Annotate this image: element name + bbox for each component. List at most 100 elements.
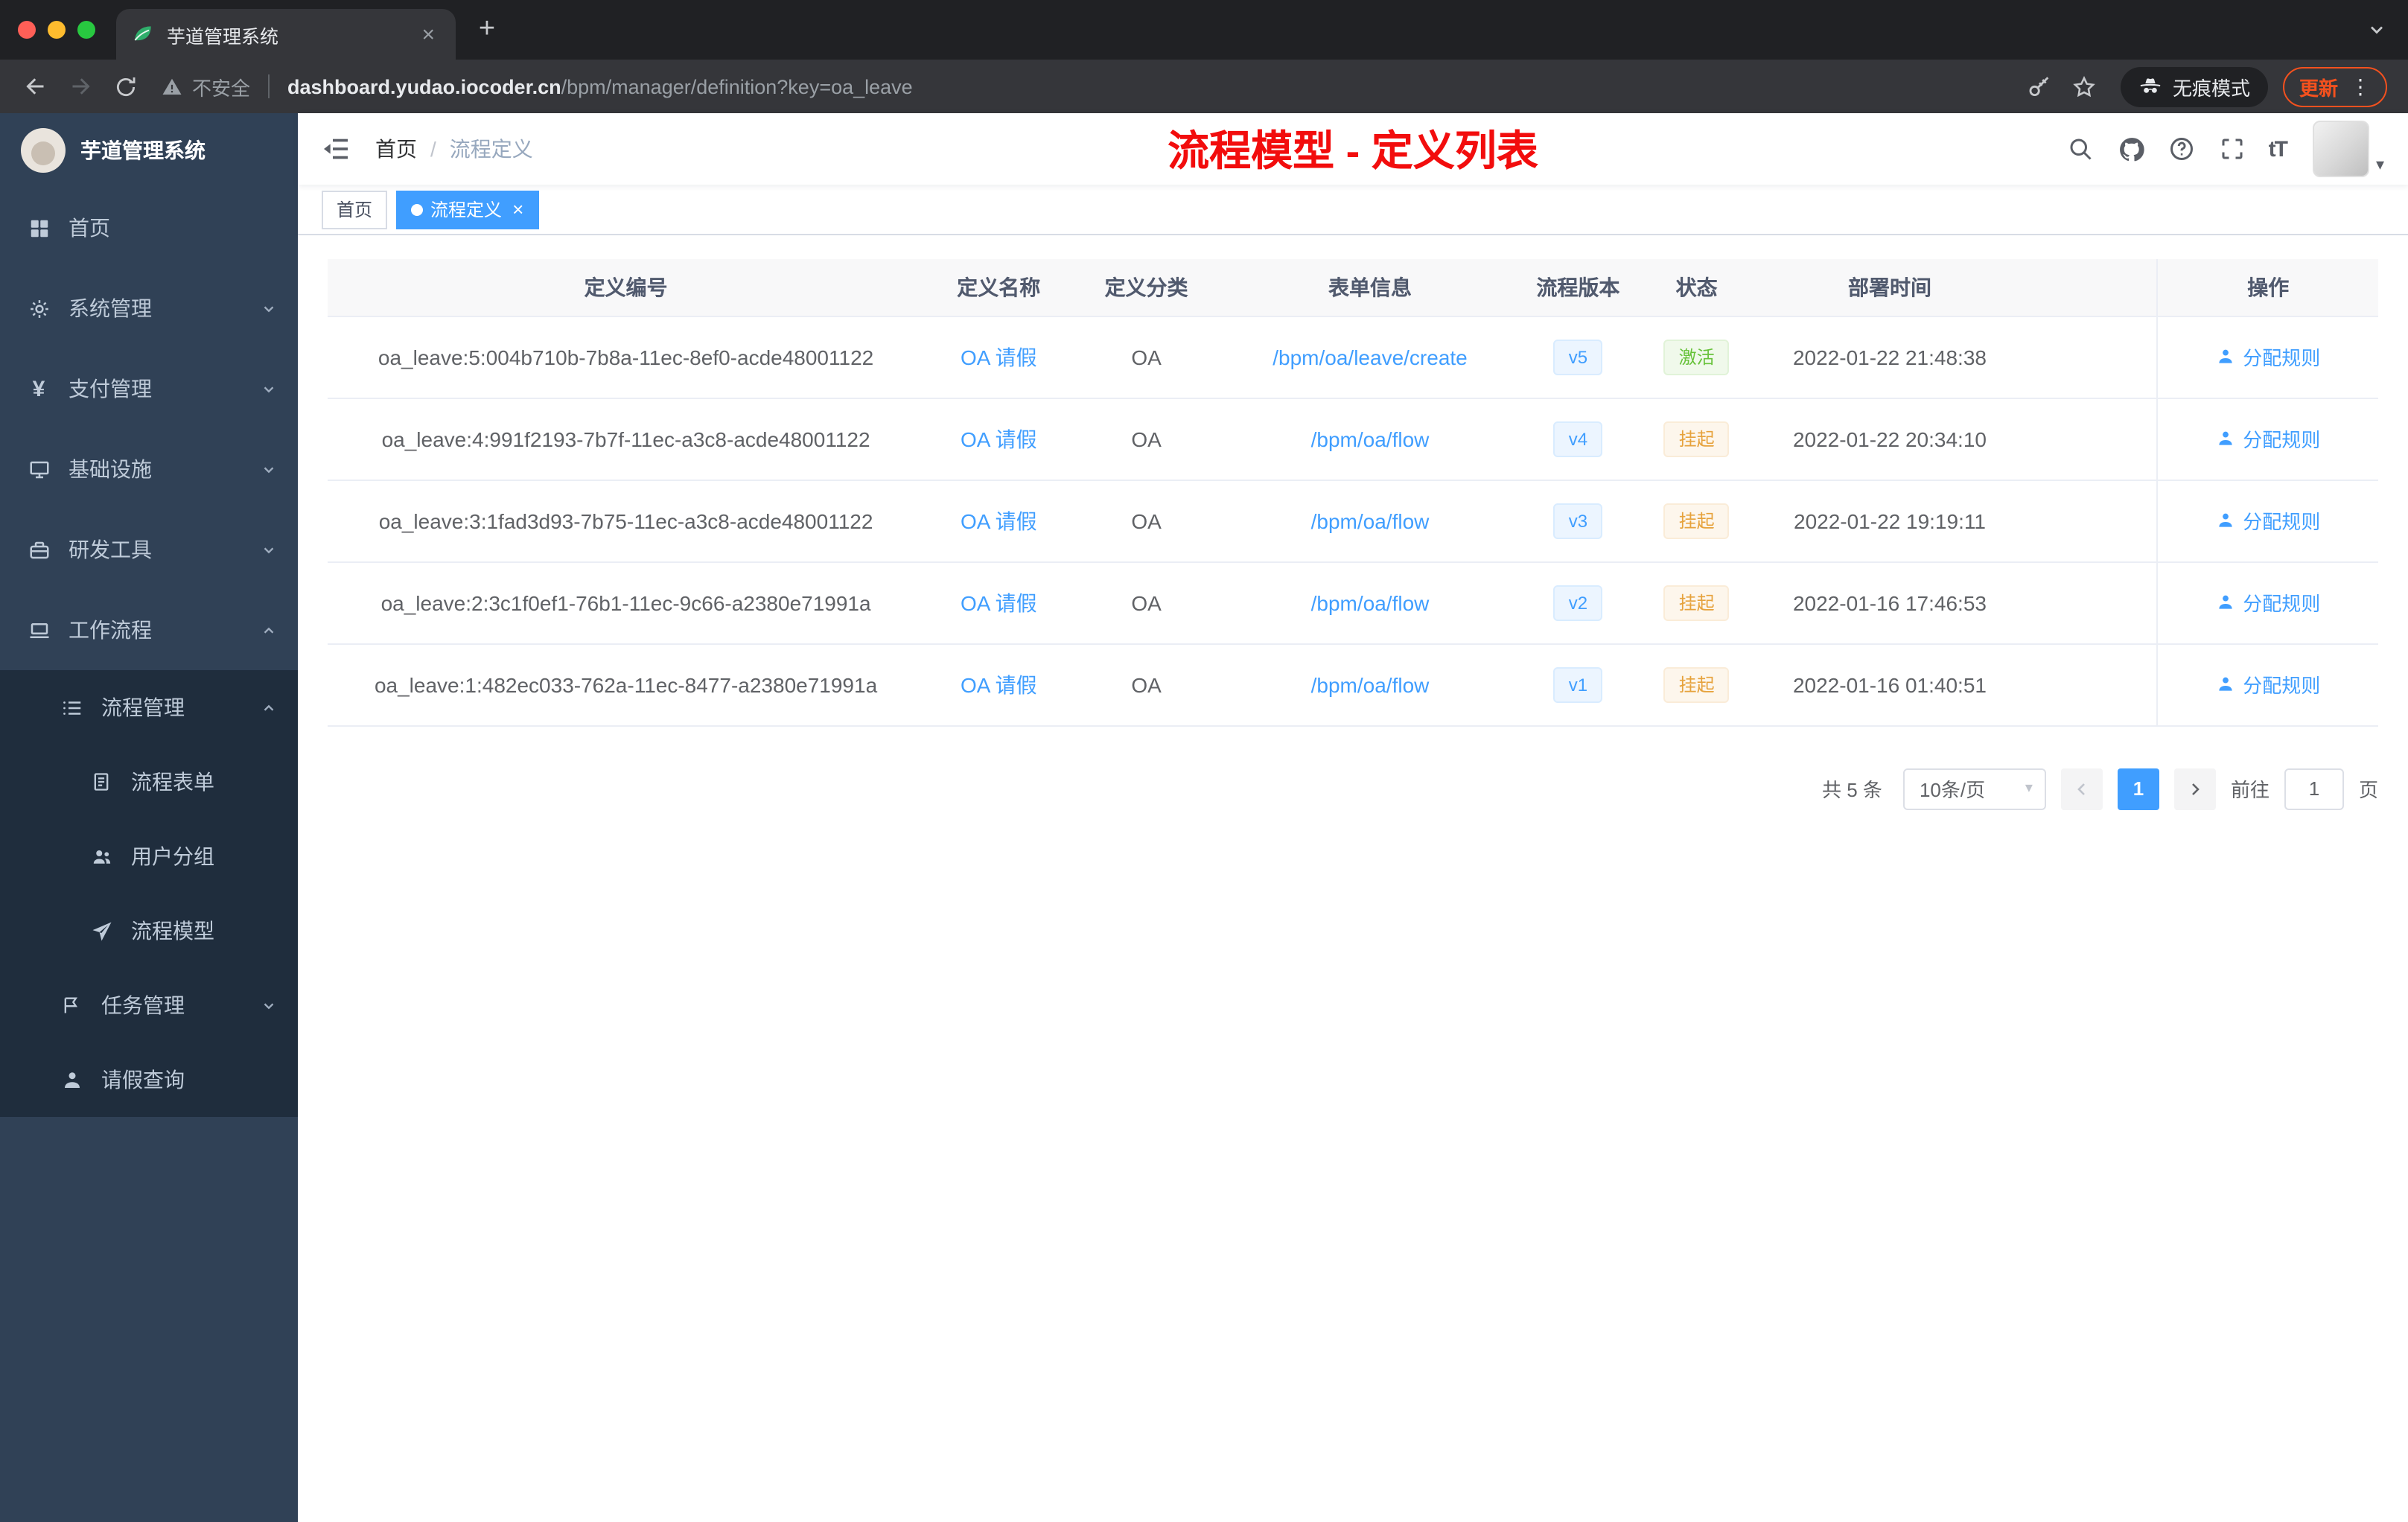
pagination-total: 共 5 条 bbox=[1822, 779, 1882, 801]
deploy-time: 2022-01-22 20:34:10 bbox=[1757, 398, 2022, 480]
sidebar-item-label: 基础设施 bbox=[69, 457, 152, 481]
page-number-button[interactable]: 1 bbox=[2117, 768, 2159, 809]
browser-toolbar: 不安全 dashboard.yudao.iocoder.cn/bpm/manag… bbox=[0, 60, 2408, 113]
zoom-window-button[interactable] bbox=[77, 21, 95, 39]
deploy-time: 2022-01-16 17:46:53 bbox=[1757, 561, 2022, 644]
version-badge: v5 bbox=[1553, 339, 1603, 375]
prev-page-button[interactable] bbox=[2060, 768, 2103, 809]
definition-name-link[interactable]: OA 请假 bbox=[961, 672, 1037, 696]
user-menu[interactable]: ▾ bbox=[2313, 121, 2384, 177]
definition-category: OA bbox=[1073, 316, 1220, 398]
sidebar-toggle-button[interactable] bbox=[322, 134, 351, 164]
version-badge: v3 bbox=[1553, 503, 1603, 538]
sidebar-item-payment-management[interactable]: ¥ 支付管理 bbox=[0, 348, 298, 429]
search-icon[interactable] bbox=[2066, 134, 2096, 164]
tab-search-chevron-icon[interactable] bbox=[2366, 19, 2408, 40]
table-row: oa_leave:4:991f2193-7b7f-11ec-a3c8-acde4… bbox=[328, 398, 2378, 480]
definition-category: OA bbox=[1073, 480, 1220, 562]
more-menu-icon: ⋮ bbox=[2350, 74, 2371, 98]
sidebar-item-system-management[interactable]: 系统管理 bbox=[0, 268, 298, 348]
bookmark-star-icon[interactable] bbox=[2064, 66, 2106, 107]
form-link[interactable]: /bpm/oa/flow bbox=[1311, 509, 1430, 532]
chevron-up-icon bbox=[261, 622, 277, 638]
person-icon bbox=[2219, 431, 2232, 445]
form-link[interactable]: /bpm/oa/flow bbox=[1311, 672, 1430, 696]
form-link[interactable]: /bpm/oa/flow bbox=[1311, 590, 1430, 614]
table-row: oa_leave:1:482ec033-762a-11ec-8477-a2380… bbox=[328, 643, 2378, 726]
caret-down-icon: ▾ bbox=[2375, 156, 2384, 174]
browser-update-menu-button[interactable]: 更新 ⋮ bbox=[2282, 66, 2387, 106]
page-size-select[interactable]: 10条/页 ▾ bbox=[1902, 768, 2046, 809]
reload-button[interactable] bbox=[104, 66, 146, 107]
sidebar-item-user-group[interactable]: 用户分组 bbox=[0, 819, 298, 894]
status-badge: 挂起 bbox=[1663, 421, 1730, 456]
close-window-button[interactable] bbox=[18, 21, 36, 39]
goto-label: 前往 bbox=[2230, 779, 2270, 801]
tag-close-icon[interactable]: × bbox=[512, 200, 523, 219]
tag-home[interactable]: 首页 bbox=[322, 190, 388, 229]
back-button[interactable] bbox=[15, 66, 57, 107]
sidebar-item-dev-tools[interactable]: 研发工具 bbox=[0, 509, 298, 590]
sidebar-logo[interactable]: 芋道管理系统 bbox=[0, 113, 298, 188]
sidebar-item-task-management[interactable]: 任务管理 bbox=[0, 968, 298, 1042]
breadcrumb-current: 流程定义 bbox=[449, 137, 533, 161]
table-filler bbox=[2022, 398, 2158, 480]
version-badge: v1 bbox=[1553, 666, 1603, 702]
breadcrumb-separator: / bbox=[430, 137, 436, 161]
breadcrumb-home-link[interactable]: 首页 bbox=[375, 134, 417, 164]
person-icon bbox=[2219, 513, 2232, 527]
assign-rule-link[interactable]: 分配规则 bbox=[2216, 588, 2320, 617]
font-size-icon[interactable]: tT bbox=[2269, 136, 2288, 162]
sidebar-item-infrastructure[interactable]: 基础设施 bbox=[0, 429, 298, 509]
assign-rule-link[interactable]: 分配规则 bbox=[2216, 424, 2320, 453]
tag-label: 流程定义 bbox=[430, 200, 503, 220]
definition-id: oa_leave:2:3c1f0ef1-76b1-11ec-9c66-a2380… bbox=[328, 561, 925, 644]
assign-rule-link[interactable]: 分配规则 bbox=[2216, 343, 2320, 371]
sidebar-item-home[interactable]: 首页 bbox=[0, 188, 298, 268]
site-security-indicator[interactable]: 不安全 bbox=[161, 72, 250, 101]
avatar[interactable] bbox=[2313, 121, 2370, 177]
goto-page-input[interactable] bbox=[2284, 768, 2344, 809]
form-link[interactable]: /bpm/oa/leave/create bbox=[1273, 345, 1468, 369]
tag-process-definition[interactable]: 流程定义 × bbox=[396, 190, 539, 229]
browser-tab[interactable]: 芋道管理系统 × bbox=[116, 9, 456, 60]
chevron-up-icon bbox=[261, 699, 277, 716]
url-domain: dashboard.yudao.iocoder.cn bbox=[287, 75, 561, 98]
app-navbar: 首页 / 流程定义 流程模型 - 定义列表 tT ▾ bbox=[298, 113, 2408, 185]
sidebar-item-label: 首页 bbox=[69, 216, 110, 240]
flag-icon bbox=[60, 993, 83, 1017]
url-bar[interactable]: dashboard.yudao.iocoder.cn/bpm/manager/d… bbox=[287, 75, 2016, 98]
column-header-form: 表单信息 bbox=[1219, 259, 1521, 316]
definition-name-link[interactable]: OA 请假 bbox=[961, 345, 1037, 369]
fullscreen-icon[interactable] bbox=[2218, 134, 2248, 164]
sidebar-item-process-form[interactable]: 流程表单 bbox=[0, 745, 298, 819]
definition-id: oa_leave:5:004b710b-7b8a-11ec-8ef0-acde4… bbox=[328, 316, 925, 398]
assign-rule-link[interactable]: 分配规则 bbox=[2216, 670, 2320, 698]
form-link[interactable]: /bpm/oa/flow bbox=[1311, 427, 1430, 450]
sidebar-item-process-management[interactable]: 流程管理 bbox=[0, 670, 298, 745]
version-badge: v4 bbox=[1553, 421, 1603, 456]
minimize-window-button[interactable] bbox=[48, 21, 66, 39]
sidebar-item-workflow[interactable]: 工作流程 bbox=[0, 590, 298, 670]
warning-icon bbox=[162, 77, 182, 94]
definition-name-link[interactable]: OA 请假 bbox=[961, 427, 1037, 450]
toolbox-icon bbox=[27, 538, 51, 561]
definition-name-link[interactable]: OA 请假 bbox=[961, 590, 1037, 614]
incognito-icon bbox=[2140, 78, 2161, 93]
person-icon bbox=[60, 1068, 83, 1092]
gear-icon bbox=[27, 296, 51, 320]
tab-close-icon[interactable]: × bbox=[415, 20, 441, 48]
column-header-category: 定义分类 bbox=[1073, 259, 1220, 316]
column-header-status: 状态 bbox=[1635, 259, 1758, 316]
new-tab-button[interactable]: + bbox=[465, 7, 509, 52]
github-icon[interactable] bbox=[2117, 134, 2147, 164]
forward-button[interactable] bbox=[60, 66, 101, 107]
sidebar-item-leave-query[interactable]: 请假查询 bbox=[0, 1042, 298, 1117]
table-filler bbox=[2022, 561, 2158, 644]
definition-name-link[interactable]: OA 请假 bbox=[961, 509, 1037, 532]
help-icon[interactable] bbox=[2167, 134, 2197, 164]
assign-rule-link[interactable]: 分配规则 bbox=[2216, 506, 2320, 535]
next-page-button[interactable] bbox=[2173, 768, 2216, 809]
password-key-icon[interactable] bbox=[2019, 66, 2061, 107]
sidebar-item-process-model[interactable]: 流程模型 bbox=[0, 894, 298, 968]
